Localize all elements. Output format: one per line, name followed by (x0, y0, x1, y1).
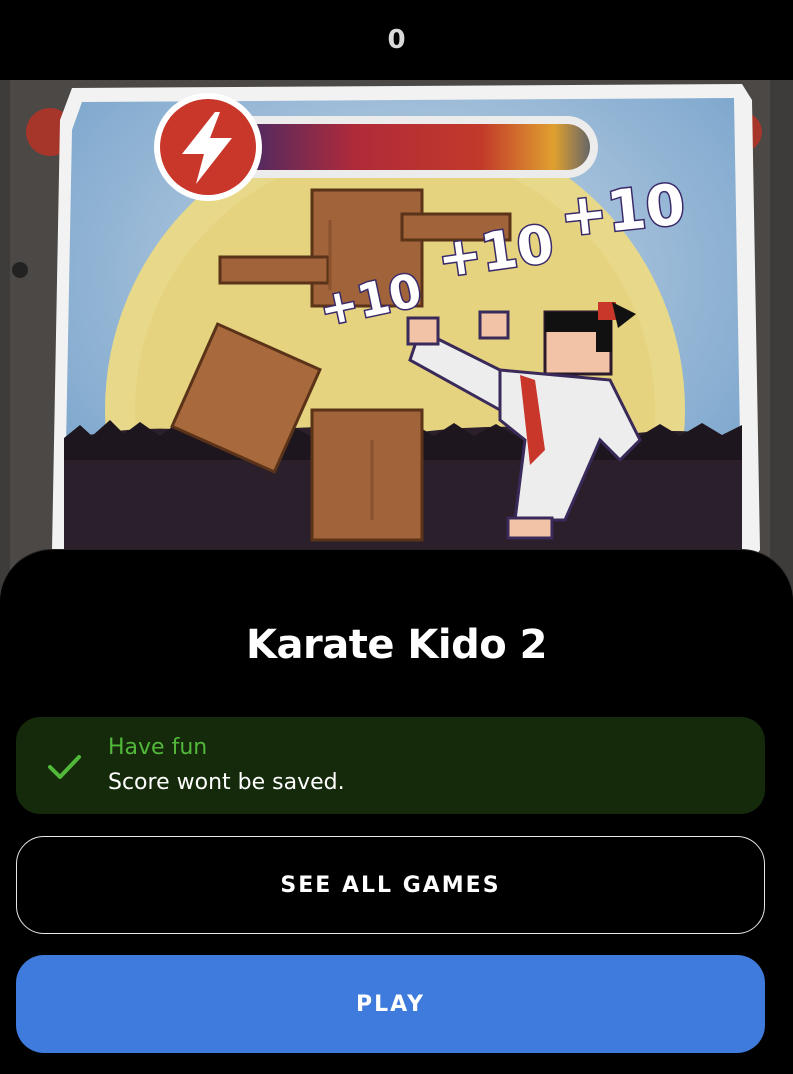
game-artwork: +10 +10 +10 (0, 80, 793, 600)
notice-text: Score wont be saved. (108, 770, 345, 795)
game-title: Karate Kido 2 (246, 622, 547, 668)
score-counter: 0 (387, 25, 406, 55)
score-popup: +10 (557, 172, 688, 250)
check-icon (48, 755, 81, 779)
notice-title: Have fun (108, 735, 208, 760)
play-button[interactable]: PLAY (16, 955, 765, 1053)
top-bar: 0 (0, 0, 793, 80)
game-info-sheet: Karate Kido 2 Have fun Score wont be sav… (0, 550, 793, 1074)
see-all-games-button[interactable]: SEE ALL GAMES (16, 836, 765, 934)
game-preview: +10 +10 +10 (0, 80, 793, 600)
notice-banner: Have fun Score wont be saved. (16, 717, 765, 814)
